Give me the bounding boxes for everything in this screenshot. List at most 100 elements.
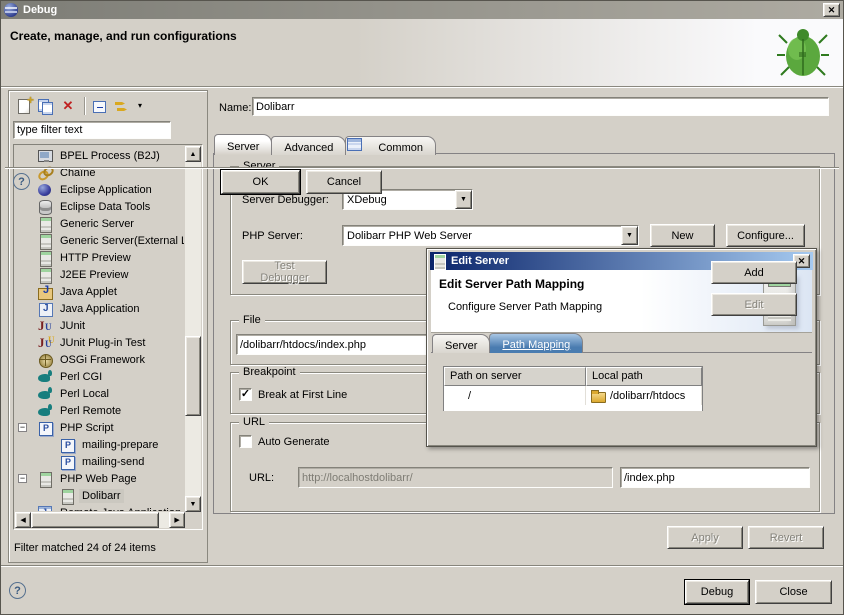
name-label: Name:: [219, 102, 251, 114]
tree-item[interactable]: mailing-send: [15, 453, 184, 470]
scroll-down-button[interactable]: ▼: [185, 496, 201, 512]
tab-advanced[interactable]: Advanced: [271, 136, 346, 155]
tree-item[interactable]: Perl CGI: [15, 368, 184, 385]
tree-item[interactable]: Eclipse Application: [15, 181, 184, 198]
php-server-label: PHP Server:: [242, 230, 303, 242]
auto-generate-checkbox[interactable]: [239, 435, 252, 448]
tree-item[interactable]: Eclipse Data Tools: [15, 198, 184, 215]
scroll-left-button[interactable]: ◀: [15, 512, 31, 528]
tree-item[interactable]: −PHP Web Page: [15, 470, 184, 487]
path-mapping-table: Path on server Local path / /dolibarr/ht…: [443, 366, 703, 411]
tree-item[interactable]: Perl Local: [15, 385, 184, 402]
horizontal-scroll-thumb[interactable]: [31, 512, 159, 528]
tree-item[interactable]: Remote Java Application: [15, 504, 184, 511]
path-mapping-panel: Path on server Local path / /dolibarr/ht…: [431, 352, 812, 411]
tree-item[interactable]: mailing-prepare: [15, 436, 184, 453]
url-label: URL:: [249, 472, 274, 484]
dialog-heading: Edit Server Path Mapping: [439, 277, 584, 291]
dialog-tab-server[interactable]: Server: [432, 334, 490, 353]
combo-arrow-icon[interactable]: ▼: [621, 226, 638, 245]
url-path-input[interactable]: [620, 467, 810, 488]
delete-launch-configuration-icon[interactable]: ✕: [60, 98, 76, 114]
column-local-path[interactable]: Local path: [586, 367, 702, 386]
common-tab-icon: [358, 141, 374, 154]
scroll-right-button[interactable]: ▶: [169, 512, 185, 528]
edit-server-dialog: Edit Server ✕ Edit Server Path Mapping C…: [426, 248, 817, 447]
cancel-button[interactable]: Cancel: [306, 170, 382, 194]
filter-configurations-icon[interactable]: [114, 100, 130, 114]
tree-horizontal-scrollbar[interactable]: ◀ ▶: [15, 512, 185, 528]
dialog-help-icon[interactable]: ?: [13, 173, 30, 190]
tab-common[interactable]: Common: [345, 136, 436, 155]
tree-item[interactable]: JUnit Plug-in Test: [15, 334, 184, 351]
php-server-select[interactable]: Dolibarr PHP Web Server ▼: [342, 225, 639, 246]
dialog-tabs: Server Path Mapping: [432, 333, 582, 353]
new-server-button[interactable]: New: [650, 224, 715, 247]
config-tree: BPEL Process (B2J) Chaîne Eclipse Applic…: [13, 144, 203, 530]
dialog-subheading: Configure Server Path Mapping: [448, 301, 602, 313]
launch-config-sidebar: ✕ ▾ BPEL Process (B2J) Chaîne Eclipse Ap…: [8, 90, 208, 563]
collapse-node-icon[interactable]: −: [18, 423, 27, 432]
break-first-line-row: ✓ Break at First Line: [239, 388, 347, 401]
tree-item[interactable]: J2EE Preview: [15, 266, 184, 283]
tree-item[interactable]: Generic Server: [15, 215, 184, 232]
scroll-up-button[interactable]: ▲: [185, 146, 201, 162]
tree-item[interactable]: −PHP Script: [15, 419, 184, 436]
tree-item[interactable]: JUnit: [15, 317, 184, 334]
revert-button[interactable]: Revert: [748, 526, 824, 549]
debug-button[interactable]: Debug: [685, 580, 749, 604]
php-script-icon: [59, 454, 75, 470]
server-icon: [433, 254, 446, 269]
close-button[interactable]: Close: [755, 580, 832, 604]
tree-item[interactable]: OSGi Framework: [15, 351, 184, 368]
breakpoint-group-title: Breakpoint: [239, 366, 300, 378]
apply-button[interactable]: Apply: [667, 526, 743, 549]
window-close-button[interactable]: ✕: [823, 3, 840, 17]
tree-item-selected[interactable]: Dolibarr: [15, 487, 184, 504]
server-path-cell: /: [444, 386, 586, 405]
tree-vertical-scrollbar[interactable]: ▲ ▼: [185, 146, 201, 512]
combo-arrow-icon[interactable]: ▼: [455, 190, 472, 209]
junit-plugin-icon: [37, 335, 53, 351]
duplicate-launch-configuration-icon[interactable]: [38, 99, 52, 114]
junit-icon: [37, 318, 53, 334]
test-debugger-button[interactable]: Test Debugger: [242, 260, 327, 284]
view-menu-dropdown-icon[interactable]: ▾: [138, 98, 142, 114]
tree-item[interactable]: Generic Server(External La: [15, 232, 184, 249]
perl-icon: [37, 369, 53, 385]
toolbar-separator: [84, 97, 85, 115]
window-title: Debug: [23, 4, 57, 16]
table-row[interactable]: / /dolibarr/htdocs: [444, 386, 702, 405]
add-mapping-button[interactable]: Add: [711, 261, 797, 284]
bpel-process-icon: [37, 148, 53, 164]
database-icon: [37, 199, 53, 215]
perl-icon: [37, 403, 53, 419]
file-group-title: File: [239, 314, 265, 326]
server-icon: [37, 471, 53, 487]
eclipse-app-icon: [4, 3, 18, 17]
tree-item[interactable]: Java Application: [15, 300, 184, 317]
php-script-icon: [37, 420, 53, 436]
edit-mapping-button[interactable]: Edit: [711, 293, 797, 316]
collapse-all-icon[interactable]: [93, 101, 106, 113]
name-input[interactable]: [252, 97, 829, 116]
column-path-on-server[interactable]: Path on server: [444, 367, 586, 386]
ok-button[interactable]: OK: [221, 170, 300, 194]
collapse-node-icon[interactable]: −: [18, 474, 27, 483]
window-titlebar: Debug ✕: [1, 1, 843, 19]
configure-server-button[interactable]: Configure...: [726, 224, 805, 247]
tree-item[interactable]: HTTP Preview: [15, 249, 184, 266]
eclipse-icon: [37, 182, 53, 198]
tab-server[interactable]: Server: [214, 134, 272, 155]
new-launch-configuration-icon[interactable]: [18, 99, 30, 114]
help-icon[interactable]: ?: [9, 582, 26, 599]
footer-separator: [1, 565, 843, 567]
break-first-line-checkbox[interactable]: ✓: [239, 388, 252, 401]
tree-item[interactable]: BPEL Process (B2J): [15, 147, 184, 164]
tree-item[interactable]: Java Applet: [15, 283, 184, 300]
vertical-scroll-thumb[interactable]: [185, 336, 201, 416]
url-base-input: [298, 467, 613, 488]
dialog-tab-path-mapping[interactable]: Path Mapping: [489, 333, 583, 353]
tree-item[interactable]: Perl Remote: [15, 402, 184, 419]
filter-input[interactable]: [13, 121, 171, 139]
